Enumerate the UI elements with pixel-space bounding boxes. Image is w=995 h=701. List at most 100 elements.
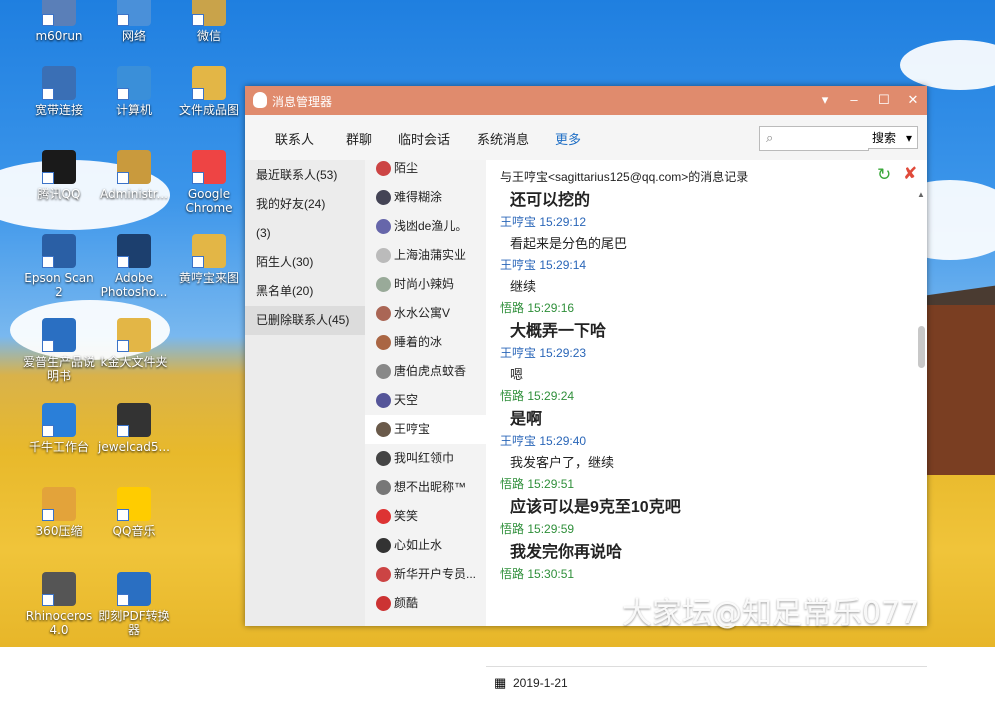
contact-name: 笑笑 xyxy=(394,509,419,523)
desktop-icon-label: 网络 xyxy=(121,29,146,43)
contact-item[interactable]: 王哼宝 xyxy=(365,415,486,444)
contact-name: 我叫红领巾 xyxy=(394,451,455,465)
desktop-icon[interactable]: 即刻PDF转换器 xyxy=(95,572,173,637)
app-icon xyxy=(42,403,76,437)
desktop-icon-label: k金大文件夹 xyxy=(100,355,168,369)
desktop-icon-label: 360压缩 xyxy=(35,524,83,538)
date-footer: ▦ 2019-1-21 xyxy=(486,666,927,701)
desktop-icon-label: jewelcad5... xyxy=(98,440,170,454)
desktop-icon-label: m60run xyxy=(35,29,83,43)
delete-icon[interactable]: ✘ xyxy=(903,164,917,184)
scroll-up-icon[interactable]: ▲ xyxy=(917,190,925,199)
message-time: 15:30:51 xyxy=(527,567,575,581)
desktop-icon[interactable]: 网络 xyxy=(95,0,173,43)
desktop-icon[interactable]: Administr... xyxy=(95,150,173,201)
desktop-icon[interactable]: k金大文件夹 xyxy=(95,318,173,369)
message-text: 大概弄一下哈 xyxy=(510,323,607,340)
avatar-icon xyxy=(376,567,391,582)
avatar-icon xyxy=(376,393,391,408)
category-item[interactable]: 黑名单(20) xyxy=(245,277,365,306)
search-button[interactable]: 搜索 ▾ xyxy=(868,126,918,149)
desktop-icon-label: QQ音乐 xyxy=(112,524,156,538)
contact-item[interactable]: 天空 xyxy=(365,386,486,415)
desktop-icon-label: 计算机 xyxy=(115,103,152,117)
app-icon xyxy=(42,0,76,26)
desktop-icon-label: 宽带连接 xyxy=(34,103,83,117)
desktop-icon[interactable]: Rhinoceros 4.0 xyxy=(20,572,98,637)
desktop-icon[interactable]: 计算机 xyxy=(95,66,173,117)
scrollbar[interactable]: ▲ xyxy=(916,190,926,626)
desktop-icon[interactable]: m60run xyxy=(20,0,98,43)
search-input[interactable]: ⌕ xyxy=(759,126,869,151)
message-header: 悟路 15:29:59 xyxy=(500,520,574,537)
message-sender: 悟路 xyxy=(500,567,525,581)
contact-item[interactable]: 笑笑 xyxy=(365,502,486,531)
dropdown-menu-icon[interactable]: ▾ xyxy=(816,91,834,109)
message-header: 王哼宝 15:29:40 xyxy=(500,432,586,449)
scrollbar-thumb[interactable] xyxy=(918,326,925,368)
avatar-icon xyxy=(376,219,391,234)
contact-item[interactable]: 颜酷 xyxy=(365,589,486,618)
desktop-icon[interactable]: Google Chrome xyxy=(170,150,248,215)
desktop-icon[interactable]: 360压缩 xyxy=(20,487,98,538)
desktop-icon[interactable]: Epson Scan 2 xyxy=(20,234,98,299)
refresh-icon[interactable]: ↻ xyxy=(877,165,891,185)
desktop-icon-label: 黄哼宝来图 xyxy=(178,271,239,285)
avatar-icon xyxy=(376,335,391,350)
category-item[interactable]: 已删除联系人(45) xyxy=(245,306,365,335)
desktop-icon[interactable]: 文件成品图 xyxy=(170,66,248,117)
tab-temp-session[interactable]: 临时会话 xyxy=(398,129,450,148)
desktop-icon[interactable]: 腾讯QQ xyxy=(20,150,98,201)
desktop-icon[interactable]: 微信 xyxy=(170,0,248,43)
category-item[interactable]: 最近联系人(53) xyxy=(245,161,365,190)
contact-item[interactable]: 心如止水 xyxy=(365,531,486,560)
app-icon xyxy=(192,0,226,26)
contact-name: 想不出昵称™ xyxy=(394,480,467,494)
tab-more[interactable]: 更多 xyxy=(555,129,581,148)
contact-item[interactable]: 新华开户专员... xyxy=(365,560,486,589)
contact-item[interactable]: 浅凼de渔儿。 xyxy=(365,212,486,241)
app-icon xyxy=(117,487,151,521)
contact-item[interactable]: 陌尘 xyxy=(365,160,486,183)
window-title: 消息管理器 xyxy=(272,95,333,109)
desktop-icon[interactable]: Adobe Photosho... xyxy=(95,234,173,299)
desktop-icon[interactable]: QQ音乐 xyxy=(95,487,173,538)
app-icon xyxy=(117,403,151,437)
title-bar[interactable]: 消息管理器 ▾ ‒ ☐ ✕ xyxy=(245,86,927,115)
contact-item[interactable]: 时尚小辣妈 xyxy=(365,270,486,299)
barn xyxy=(915,305,995,475)
category-item[interactable]: (3) xyxy=(245,219,365,248)
app-icon xyxy=(192,234,226,268)
message-text: 是啊 xyxy=(510,411,543,428)
desktop-icon-label: Adobe Photosho... xyxy=(100,271,168,299)
contact-item[interactable]: 难得糊涂 xyxy=(365,183,486,212)
message-text: 我发客户了，继续 xyxy=(510,455,615,470)
contact-item[interactable]: 水水公寓V xyxy=(365,299,486,328)
contact-item[interactable]: 唐伯虎点蚊香 xyxy=(365,357,486,386)
desktop-icon[interactable]: 千牛工作台 xyxy=(20,403,98,454)
contact-item[interactable]: 睡着的冰 xyxy=(365,328,486,357)
message-header: 悟路 15:30:51 xyxy=(500,565,574,582)
minimize-icon[interactable]: ‒ xyxy=(845,91,863,109)
category-item[interactable]: 陌生人(30) xyxy=(245,248,365,277)
calendar-icon[interactable]: ▦ xyxy=(494,675,506,691)
tab-system-messages[interactable]: 系统消息 xyxy=(477,129,529,148)
contact-item[interactable]: 我叫红领巾 xyxy=(365,444,486,473)
message-header: 悟路 15:29:51 xyxy=(500,475,574,492)
desktop-icon[interactable]: 黄哼宝来图 xyxy=(170,234,248,285)
history-pane: 与王哼宝<sagittarius125@qq.com>的消息记录 ↻ ✘ 还可以… xyxy=(486,160,927,701)
message-header: 悟路 15:29:24 xyxy=(500,387,574,404)
desktop-icon[interactable]: 宽带连接 xyxy=(20,66,98,117)
contact-name: 天空 xyxy=(394,393,419,407)
tab-contacts[interactable]: 联系人 xyxy=(275,129,314,148)
contact-item[interactable]: 想不出昵称™ xyxy=(365,473,486,502)
category-item[interactable]: 我的好友(24) xyxy=(245,190,365,219)
close-icon[interactable]: ✕ xyxy=(904,91,922,109)
desktop-icon[interactable]: jewelcad5... xyxy=(95,403,173,454)
app-icon xyxy=(117,150,151,184)
contact-name: 心如止水 xyxy=(394,538,443,552)
tab-group-chat[interactable]: 群聊 xyxy=(346,129,372,148)
contact-item[interactable]: 上海油蒲实业 xyxy=(365,241,486,270)
maximize-icon[interactable]: ☐ xyxy=(875,91,893,109)
desktop-icon[interactable]: 爱普生产品说明书 xyxy=(20,318,98,383)
